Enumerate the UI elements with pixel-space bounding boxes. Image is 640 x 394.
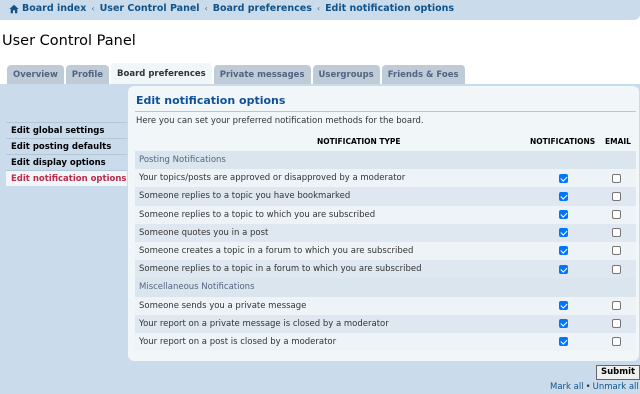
table-row: Your topics/posts are approved or disapp… [135, 169, 636, 188]
column-header-notifications: NOTIFICATIONS [530, 137, 596, 146]
table-row: Your report on a post is closed by a mod… [135, 332, 636, 352]
breadcrumb-edit-notification-options[interactable]: Edit notification options [325, 3, 454, 14]
notification-checkbox[interactable] [559, 210, 568, 220]
notification-type-label: Someone sends you a private message [139, 300, 307, 311]
breadcrumb-board-index[interactable]: Board index [22, 3, 86, 14]
notification-type-label: Your report on a private message is clos… [139, 318, 389, 329]
notification-checkbox[interactable] [559, 301, 568, 310]
tab-bar: Overview Profile Board preferences Priva… [7, 63, 467, 84]
page-title: User Control Panel [2, 33, 136, 49]
navbar: Board index ‹ User Control Panel ‹ Board… [0, 0, 640, 20]
mark-all-link[interactable]: Mark all [550, 382, 584, 392]
table-row: Someone creates a topic in a forum to wh… [135, 241, 636, 261]
section-header-row: Posting Notifications [135, 151, 636, 170]
notification-type-label: Your topics/posts are approved or disapp… [139, 173, 406, 184]
breadcrumb-separator: ‹ [316, 4, 321, 13]
breadcrumb: Board index ‹ User Control Panel ‹ Board… [9, 3, 454, 14]
breadcrumb-board-preferences[interactable]: Board preferences [213, 3, 312, 14]
section-title: Edit notification options [136, 94, 286, 107]
section-header-row: Miscellaneous Notifications [135, 278, 636, 297]
notification-checkbox[interactable] [559, 228, 568, 238]
notification-checkbox[interactable] [559, 173, 568, 183]
column-header-type: NOTIFICATION TYPE [317, 137, 401, 146]
tab-profile[interactable]: Profile [65, 65, 110, 84]
section-header-label: Posting Notifications [139, 155, 226, 166]
notification-type-label: Your report on a post is closed by a mod… [139, 336, 337, 347]
breadcrumb-user-control-panel[interactable]: User Control Panel [100, 3, 200, 14]
notification-type-label: Someone creates a topic in a forum to wh… [139, 246, 414, 257]
submit-button[interactable]: Submit [596, 365, 640, 380]
table-row: Someone replies to a topic in a forum to… [135, 260, 636, 279]
notification-checkbox[interactable] [559, 264, 568, 274]
notification-table: Posting Notifications Your topics/posts a… [135, 151, 636, 352]
section-header-label: Miscellaneous Notifications [139, 282, 255, 293]
email-checkbox[interactable] [612, 173, 621, 183]
email-checkbox[interactable] [612, 264, 621, 274]
notification-checkbox[interactable] [559, 337, 568, 347]
table-row: Your report on a private message is clos… [135, 314, 636, 333]
notification-checkbox[interactable] [559, 246, 568, 256]
sidebar-item-edit-posting-defaults[interactable]: Edit posting defaults [6, 138, 127, 154]
tab-usergroups[interactable]: Usergroups [312, 65, 380, 84]
sidebar-item-edit-notification-options[interactable]: Edit notification options [6, 170, 127, 186]
notification-type-label: Someone replies to a topic in a forum to… [139, 264, 422, 275]
table-row: Someone quotes you in a post [135, 223, 636, 242]
tab-friends-foes[interactable]: Friends & Foes [381, 65, 465, 84]
email-checkbox[interactable] [612, 228, 621, 238]
divider [135, 111, 636, 112]
tab-board-preferences[interactable]: Board preferences [111, 63, 212, 84]
unmark-all-link[interactable]: Unmark all [593, 382, 639, 392]
notification-type-label: Someone replies to a topic to which you … [139, 209, 376, 220]
notification-type-label: Someone quotes you in a post [139, 227, 269, 238]
sidebar-item-edit-global-settings[interactable]: Edit global settings [6, 122, 127, 138]
link-separator: • [585, 382, 591, 392]
notification-checkbox[interactable] [559, 191, 568, 201]
breadcrumb-separator: ‹ [204, 4, 208, 13]
tab-overview[interactable]: Overview [7, 65, 64, 84]
notification-checkbox[interactable] [559, 319, 568, 329]
email-checkbox[interactable] [612, 210, 621, 220]
email-checkbox[interactable] [612, 319, 621, 329]
table-row: Someone replies to a topic to which you … [135, 205, 636, 224]
table-row: Someone sends you a private message [135, 296, 636, 315]
sidebar-item-edit-display-options[interactable]: Edit display options [6, 154, 127, 170]
email-checkbox[interactable] [612, 337, 621, 347]
tab-private-messages[interactable]: Private messages [213, 65, 311, 84]
sidebar: Edit global settings Edit posting defaul… [6, 122, 127, 186]
email-checkbox[interactable] [612, 301, 621, 310]
table-row: Someone replies to a topic you have book… [135, 187, 636, 206]
intro-text: Here you can set your preferred notifica… [136, 116, 424, 126]
column-header-email: EMAIL [605, 137, 631, 146]
email-checkbox[interactable] [612, 246, 621, 256]
breadcrumb-separator: ‹ [91, 4, 95, 13]
email-checkbox[interactable] [612, 191, 621, 201]
notification-type-label: Someone replies to a topic you have book… [139, 191, 351, 202]
home-icon [9, 4, 19, 13]
mark-links: Mark all • Unmark all [550, 382, 639, 392]
